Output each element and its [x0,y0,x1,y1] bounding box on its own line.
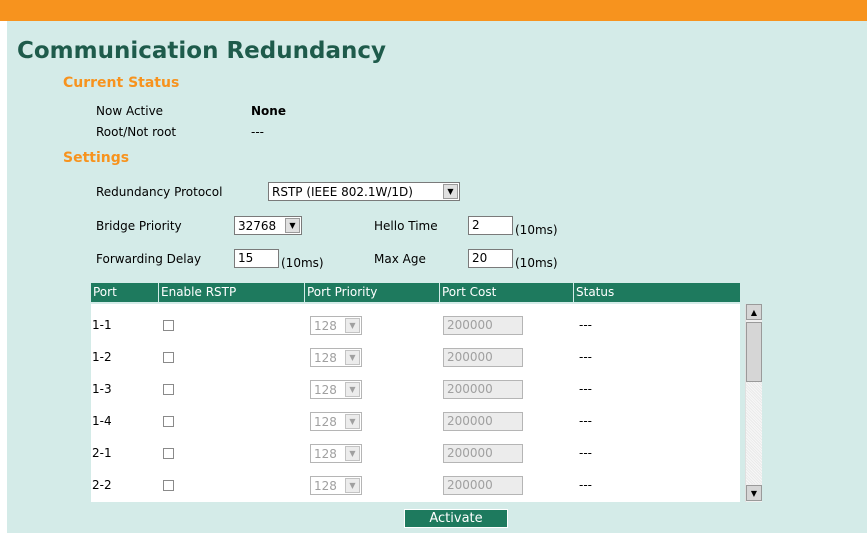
redundancy-protocol-value: RSTP (IEEE 802.1W/1D) [272,184,413,199]
port-priority-select[interactable]: 128 ▼ [310,380,362,399]
chevron-down-icon: ▼ [345,318,360,333]
port-status: --- [579,414,592,428]
chevron-down-icon: ▼ [443,184,458,199]
table-row: 2-1 128 ▼ 200000 --- [91,438,740,470]
port-priority-value: 128 [314,382,337,397]
chevron-down-icon: ▼ [345,350,360,365]
page-title: Communication Redundancy [17,38,386,64]
scrollbar-track[interactable] [746,382,762,484]
settings-heading: Settings [63,150,130,166]
port-id: 2-1 [92,446,112,460]
chevron-down-icon: ▼ [345,382,360,397]
forwarding-delay-input[interactable]: 15 [234,249,279,268]
table-row: 1-2 128 ▼ 200000 --- [91,342,740,374]
scroll-down-arrow-icon[interactable]: ▼ [746,485,762,501]
hello-time-label: Hello Time [374,219,438,233]
table-row: 1-1 128 ▼ 200000 --- [91,310,740,342]
max-age-label: Max Age [374,252,426,266]
port-status: --- [579,318,592,332]
current-status-heading: Current Status [63,75,180,91]
port-status: --- [579,350,592,364]
chevron-down-icon: ▼ [285,218,300,233]
max-age-input[interactable]: 20 [468,249,513,268]
hello-time-input[interactable]: 2 [468,216,513,235]
header-port-priority: Port Priority [307,285,378,299]
chevron-down-icon: ▼ [345,446,360,461]
bridge-priority-label: Bridge Priority [96,219,182,233]
port-status: --- [579,478,592,492]
port-priority-value: 128 [314,318,337,333]
root-label: Root/Not root [96,125,177,139]
enable-rstp-checkbox[interactable] [163,384,174,395]
table-row: 1-3 128 ▼ 200000 --- [91,374,740,406]
port-priority-value: 128 [314,478,337,493]
enable-rstp-checkbox[interactable] [163,320,174,331]
enable-rstp-checkbox[interactable] [163,480,174,491]
port-id: 1-4 [92,414,112,428]
now-active-value: None [251,104,286,118]
port-id: 2-2 [92,478,112,492]
forwarding-delay-unit: (10ms) [281,256,324,270]
port-id: 1-3 [92,382,112,396]
port-priority-select[interactable]: 128 ▼ [310,348,362,367]
chevron-down-icon: ▼ [345,414,360,429]
port-cost-input[interactable]: 200000 [443,412,523,431]
table-row: 1-4 128 ▼ 200000 --- [91,406,740,438]
scroll-up-arrow-icon[interactable]: ▲ [746,304,762,320]
port-cost-input[interactable]: 200000 [443,348,523,367]
port-priority-select[interactable]: 128 ▼ [310,476,362,495]
port-cost-input[interactable]: 200000 [443,444,523,463]
port-cost-input[interactable]: 200000 [443,476,523,495]
enable-rstp-checkbox[interactable] [163,352,174,363]
port-priority-value: 128 [314,446,337,461]
port-priority-value: 128 [314,350,337,365]
activate-button[interactable]: Activate [404,509,508,528]
enable-rstp-checkbox[interactable] [163,448,174,459]
port-id: 1-1 [92,318,112,332]
port-priority-value: 128 [314,414,337,429]
header-port-cost: Port Cost [442,285,497,299]
chevron-down-icon: ▼ [345,478,360,493]
hello-time-unit: (10ms) [515,223,558,237]
port-cost-input[interactable]: 200000 [443,316,523,335]
redundancy-protocol-select[interactable]: RSTP (IEEE 802.1W/1D) ▼ [268,182,460,201]
table-row: 2-2 128 ▼ 200000 --- [91,470,740,502]
main-panel: Communication Redundancy Current Status … [7,21,867,533]
table-scrollbar[interactable]: ▲ ▼ [745,304,762,502]
bridge-priority-select[interactable]: 32768 ▼ [234,216,302,235]
port-status: --- [579,382,592,396]
port-priority-select[interactable]: 128 ▼ [310,444,362,463]
max-age-unit: (10ms) [515,256,558,270]
root-value: --- [251,125,264,139]
port-table-body: 1-1 128 ▼ 200000 --- 1-2 128 ▼ 200000 --… [91,304,740,502]
port-priority-select[interactable]: 128 ▼ [310,412,362,431]
top-accent-bar [0,0,867,21]
header-port: Port [93,285,117,299]
forwarding-delay-label: Forwarding Delay [96,252,202,266]
header-enable-rstp: Enable RSTP [161,285,237,299]
port-priority-select[interactable]: 128 ▼ [310,316,362,335]
now-active-label: Now Active [96,104,164,118]
port-status: --- [579,446,592,460]
enable-rstp-checkbox[interactable] [163,416,174,427]
port-table-header: Port Enable RSTP Port Priority Port Cost… [91,283,740,302]
header-status: Status [576,285,615,299]
port-cost-input[interactable]: 200000 [443,380,523,399]
scrollbar-thumb[interactable] [746,322,762,382]
redundancy-protocol-label: Redundancy Protocol [96,185,223,199]
port-id: 1-2 [92,350,112,364]
bridge-priority-value: 32768 [238,218,277,233]
